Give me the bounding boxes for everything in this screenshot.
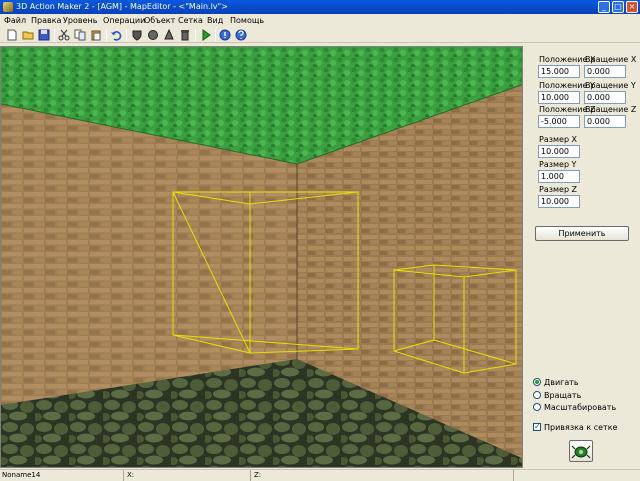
scene-render[interactable] bbox=[1, 47, 523, 468]
position-y-field[interactable]: 10.000 bbox=[538, 91, 580, 104]
rotation-z-label: Вращение Z bbox=[585, 105, 637, 114]
menu-edit[interactable]: Правка bbox=[31, 16, 61, 25]
mode-rotate-radio[interactable] bbox=[533, 391, 541, 399]
size-x-label: Размер X bbox=[539, 135, 578, 144]
paste-icon[interactable] bbox=[90, 29, 102, 41]
properties-panel: Положение X Вращение X 15.000 0.000 Поло… bbox=[523, 46, 640, 468]
menu-help[interactable]: Помощь bbox=[230, 16, 264, 25]
title-bar[interactable]: 3D Action Maker 2 - [AGM] - MapEditor - … bbox=[0, 0, 640, 14]
toolbar-separator bbox=[215, 29, 216, 41]
minimize-button[interactable]: _ bbox=[598, 1, 610, 13]
snap-to-grid-checkbox[interactable]: ✓ bbox=[533, 423, 541, 431]
size-z-field[interactable]: 10.000 bbox=[538, 195, 580, 208]
rotation-z-field[interactable]: 0.000 bbox=[584, 115, 626, 128]
menu-view[interactable]: Вид bbox=[207, 16, 223, 25]
trash-icon[interactable] bbox=[179, 29, 191, 41]
close-button[interactable]: × bbox=[626, 1, 638, 13]
position-x-field[interactable]: 15.000 bbox=[538, 65, 580, 78]
menu-level[interactable]: Уровень bbox=[63, 16, 97, 25]
mode-rotate-label[interactable]: Вращать bbox=[544, 391, 581, 400]
mode-scale-label[interactable]: Масштабировать bbox=[544, 403, 616, 412]
save-icon[interactable] bbox=[38, 29, 50, 41]
open-folder-icon[interactable] bbox=[22, 29, 34, 41]
menu-object[interactable]: Объект bbox=[144, 16, 175, 25]
menu-grid[interactable]: Сетка bbox=[178, 16, 203, 25]
menu-bar: Файл Правка Уровень Операции Объект Сетк… bbox=[0, 14, 640, 27]
shield-icon[interactable] bbox=[131, 29, 143, 41]
3d-viewport[interactable] bbox=[0, 46, 523, 468]
rotation-x-field[interactable]: 0.000 bbox=[584, 65, 626, 78]
tool-button[interactable] bbox=[569, 440, 593, 462]
status-bar: Noname14 X: Z: bbox=[0, 469, 640, 481]
toolbar-separator bbox=[54, 29, 55, 41]
status-z-coord: Z: bbox=[252, 470, 514, 481]
rotation-y-field[interactable]: 0.000 bbox=[584, 91, 626, 104]
play-icon[interactable] bbox=[200, 29, 212, 41]
size-y-field[interactable]: 1.000 bbox=[538, 170, 580, 183]
apply-button[interactable]: Применить bbox=[535, 226, 629, 241]
position-z-field[interactable]: -5.000 bbox=[538, 115, 580, 128]
new-file-icon[interactable] bbox=[6, 29, 18, 41]
menu-file[interactable]: Файл bbox=[4, 16, 26, 25]
toolbar-separator bbox=[106, 29, 107, 41]
camera-bug-icon bbox=[571, 445, 591, 459]
help-icon[interactable] bbox=[219, 29, 231, 41]
app-window: 3D Action Maker 2 - [AGM] - MapEditor - … bbox=[0, 0, 640, 481]
status-level-name: Noname14 bbox=[0, 470, 124, 481]
size-z-label: Размер Z bbox=[539, 185, 578, 194]
size-x-field[interactable]: 10.000 bbox=[538, 145, 580, 158]
mode-scale-radio[interactable] bbox=[533, 403, 541, 411]
mode-move-radio[interactable] bbox=[533, 378, 541, 386]
undo-icon[interactable] bbox=[110, 29, 122, 41]
rotation-x-label: Вращение X bbox=[585, 55, 637, 64]
status-x-coord: X: bbox=[125, 470, 251, 481]
maximize-button[interactable]: □ bbox=[612, 1, 624, 13]
cut-icon[interactable] bbox=[58, 29, 70, 41]
app-logo-icon bbox=[3, 2, 13, 12]
toolbar bbox=[0, 27, 640, 43]
window-title: 3D Action Maker 2 - [AGM] - MapEditor - … bbox=[16, 2, 228, 11]
toolbar-separator bbox=[195, 29, 196, 41]
size-y-label: Размер Y bbox=[539, 160, 577, 169]
copy-icon[interactable] bbox=[74, 29, 86, 41]
mode-move-label[interactable]: Двигать bbox=[544, 378, 579, 387]
sphere-icon[interactable] bbox=[147, 29, 159, 41]
about-icon[interactable] bbox=[235, 29, 247, 41]
toolbar-separator bbox=[126, 29, 127, 41]
menu-operations[interactable]: Операции bbox=[103, 16, 145, 25]
cone-icon[interactable] bbox=[163, 29, 175, 41]
snap-to-grid-label[interactable]: Привязка к сетке bbox=[544, 423, 617, 432]
rotation-y-label: Вращение Y bbox=[585, 81, 636, 90]
